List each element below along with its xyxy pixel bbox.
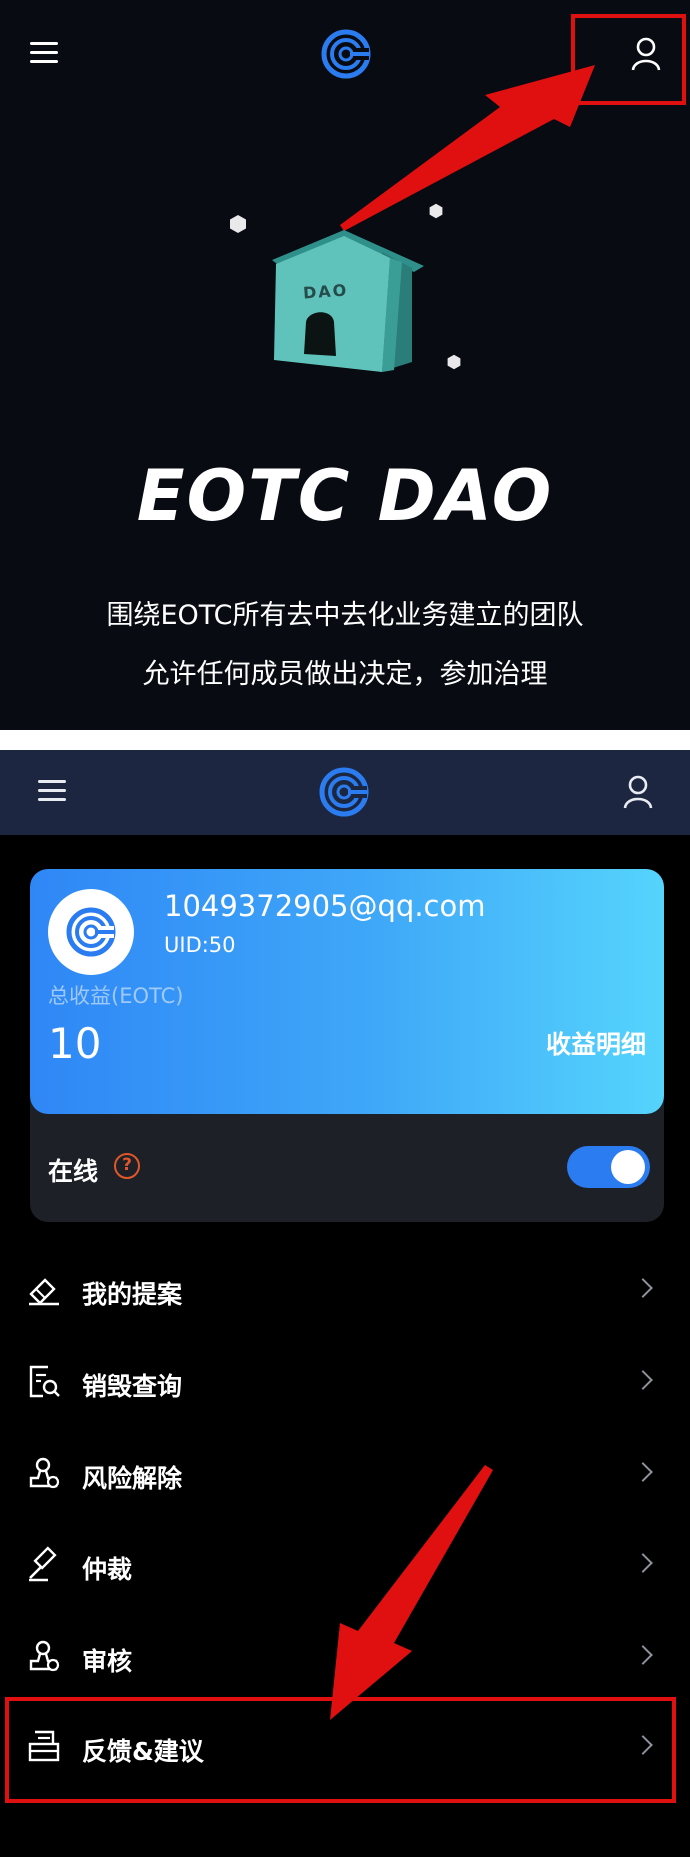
menu-item-label: 销毁查询	[82, 1372, 183, 1401]
screenshot-separator	[0, 730, 690, 750]
chevron-right-icon	[633, 1553, 653, 1573]
user-icon[interactable]	[622, 774, 654, 810]
hero-subtitle-line2: 允许任何成员做出决定，参加治理	[142, 659, 548, 690]
chevron-right-icon	[633, 1462, 653, 1482]
help-icon[interactable]: ?	[114, 1153, 140, 1179]
burn-query-icon	[29, 1365, 60, 1398]
eotc-logo-icon	[66, 907, 116, 957]
hero-title: EOTC DAO	[136, 455, 554, 537]
menu-item-my-proposals[interactable]: 我的提案	[0, 1249, 690, 1339]
annotation-arrow	[340, 65, 595, 231]
online-toggle[interactable]	[567, 1146, 650, 1188]
navbar	[0, 750, 690, 835]
avatar	[48, 889, 134, 975]
online-status-panel: 在线 ?	[30, 1100, 664, 1222]
menu-item-label: 审核	[82, 1647, 133, 1676]
review-icon	[29, 1640, 60, 1672]
menu-item-label: 仲裁	[82, 1555, 133, 1584]
hero-subtitle-line1: 围绕EOTC所有去中去化业务建立的团队	[106, 600, 584, 631]
decor-hexagon	[447, 354, 461, 370]
chevron-right-icon	[633, 1645, 653, 1665]
menu-item-burn-query[interactable]: 销毁查询	[0, 1341, 690, 1431]
annotation-arrow	[330, 1465, 493, 1720]
house-dao-label: DAO	[302, 280, 349, 303]
arbitration-icon	[29, 1546, 57, 1582]
earnings-value: 10	[48, 1019, 102, 1068]
online-label: 在线	[48, 1157, 99, 1186]
user-email: 1049372905@qq.com	[164, 889, 486, 923]
decor-hexagon	[429, 203, 443, 219]
earnings-label: 总收益(EOTC)	[48, 984, 184, 1008]
decor-hexagon	[230, 215, 246, 233]
risk-release-icon	[29, 1457, 60, 1489]
user-uid: UID:50	[164, 933, 236, 957]
menu-button[interactable]	[38, 774, 66, 807]
chevron-right-icon	[633, 1370, 653, 1390]
earnings-detail-link[interactable]: 收益明细	[546, 1025, 646, 1061]
eotc-logo-icon	[319, 767, 369, 817]
top-screen: DAO EOTC DAO 围绕EOTC所有去中去化业务建立的团队 允许任何成员做…	[0, 0, 690, 730]
menu-item-label: 风险解除	[82, 1464, 183, 1493]
menu-button[interactable]	[30, 36, 58, 69]
toggle-knob	[611, 1150, 645, 1184]
chevron-right-icon	[633, 1278, 653, 1298]
profile-card: 1049372905@qq.com UID:50 总收益(EOTC) 10 收益…	[30, 869, 664, 1114]
menu-item-label: 我的提案	[82, 1280, 183, 1309]
proposal-icon	[29, 1278, 59, 1306]
